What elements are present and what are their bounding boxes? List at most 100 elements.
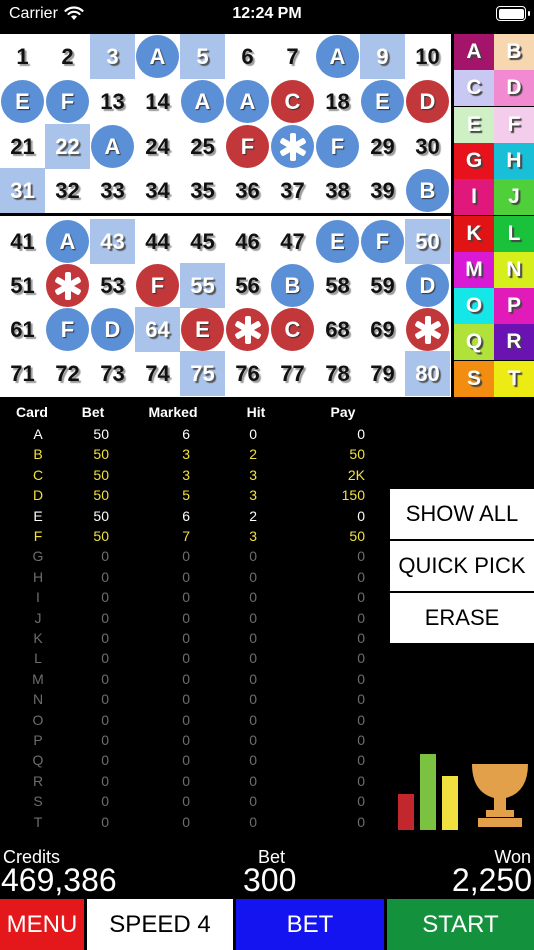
legend-card-q[interactable]: Q [454, 324, 494, 361]
board-cell[interactable]: 50 [405, 219, 450, 264]
legend-card-s[interactable]: S [454, 360, 494, 397]
board-cell[interactable] [270, 124, 315, 169]
board-cell[interactable]: 14 [135, 79, 180, 124]
board-cell[interactable]: 30 [405, 124, 450, 169]
board-cell[interactable]: 3 [90, 34, 135, 79]
legend-card-a[interactable]: A [454, 34, 494, 70]
legend-card-n[interactable]: N [494, 251, 534, 288]
legend-card-g[interactable]: G [454, 142, 494, 179]
board-cell[interactable]: F [135, 263, 180, 308]
board-cell[interactable]: 58 [315, 263, 360, 308]
board-cell[interactable]: 7 [270, 34, 315, 79]
board-cell[interactable]: 37 [270, 168, 315, 213]
board-cell[interactable]: 73 [90, 351, 135, 396]
board-cell[interactable] [225, 307, 270, 352]
board-cell[interactable]: 39 [360, 168, 405, 213]
board-cell[interactable] [45, 263, 90, 308]
board-cell[interactable]: D [405, 79, 450, 124]
board-cell[interactable]: B [270, 263, 315, 308]
board-cell[interactable]: 71 [0, 351, 45, 396]
legend-card-l[interactable]: L [494, 215, 534, 252]
legend-card-b[interactable]: B [494, 34, 534, 70]
board-cell[interactable]: A [135, 34, 180, 79]
board-cell[interactable]: D [90, 307, 135, 352]
board-cell[interactable]: 36 [225, 168, 270, 213]
board-cell[interactable]: A [225, 79, 270, 124]
trophy-icon[interactable] [470, 758, 530, 828]
board-cell[interactable]: 55 [180, 263, 225, 308]
board-cell[interactable]: E [360, 79, 405, 124]
board-cell[interactable]: F [315, 124, 360, 169]
board-cell[interactable]: A [45, 219, 90, 264]
legend-card-r[interactable]: R [494, 324, 534, 361]
board-cell[interactable]: 38 [315, 168, 360, 213]
menu-button[interactable]: MENU [0, 899, 84, 950]
board-cell[interactable]: 24 [135, 124, 180, 169]
board-cell[interactable]: F [225, 124, 270, 169]
quick-pick-button[interactable]: QUICK PICK [390, 541, 534, 591]
board-cell[interactable]: 56 [225, 263, 270, 308]
board-cell[interactable]: 21 [0, 124, 45, 169]
board-cell[interactable]: 46 [225, 219, 270, 264]
board-cell[interactable]: F [45, 307, 90, 352]
legend-card-m[interactable]: M [454, 251, 494, 288]
board-cell[interactable]: 25 [180, 124, 225, 169]
board-cell[interactable]: 44 [135, 219, 180, 264]
board-cell[interactable]: 41 [0, 219, 45, 264]
legend-card-d[interactable]: D [494, 70, 534, 107]
board-cell[interactable]: 68 [315, 307, 360, 352]
board-cell[interactable]: 77 [270, 351, 315, 396]
board-cell[interactable]: D [405, 263, 450, 308]
board-cell[interactable]: 51 [0, 263, 45, 308]
erase-button[interactable]: ERASE [390, 593, 534, 643]
board-cell[interactable]: 79 [360, 351, 405, 396]
board-cell[interactable]: 45 [180, 219, 225, 264]
board-cell[interactable]: 74 [135, 351, 180, 396]
board-cell[interactable]: B [405, 168, 450, 213]
board-cell[interactable]: 5 [180, 34, 225, 79]
legend-card-i[interactable]: I [454, 179, 494, 216]
board-cell[interactable]: 43 [90, 219, 135, 264]
board-cell[interactable]: 2 [45, 34, 90, 79]
board-cell[interactable]: 6 [225, 34, 270, 79]
board-cell[interactable]: 75 [180, 351, 225, 396]
board-cell[interactable]: 31 [0, 168, 45, 213]
board-cell[interactable]: A [315, 34, 360, 79]
board-cell[interactable]: 78 [315, 351, 360, 396]
speed-button[interactable]: SPEED 4 [87, 899, 233, 950]
board-cell[interactable]: F [360, 219, 405, 264]
legend-card-j[interactable]: J [494, 179, 534, 216]
board-cell[interactable]: 80 [405, 351, 450, 396]
board-cell[interactable]: C [270, 79, 315, 124]
board-cell[interactable]: 32 [45, 168, 90, 213]
bar-chart-icon[interactable] [398, 754, 458, 830]
legend-card-c[interactable]: C [454, 70, 494, 107]
board-cell[interactable]: A [90, 124, 135, 169]
board-cell[interactable]: 10 [405, 34, 450, 79]
board-cell[interactable]: 59 [360, 263, 405, 308]
show-all-button[interactable]: SHOW ALL [390, 489, 534, 539]
start-button[interactable]: START [387, 899, 534, 950]
board-cell[interactable]: E [180, 307, 225, 352]
legend-card-h[interactable]: H [494, 142, 534, 179]
board-cell[interactable]: E [0, 79, 45, 124]
board-cell[interactable]: 29 [360, 124, 405, 169]
board-cell[interactable]: A [180, 79, 225, 124]
board-cell[interactable]: F [45, 79, 90, 124]
board-cell[interactable]: 47 [270, 219, 315, 264]
board-cell[interactable]: 13 [90, 79, 135, 124]
board-cell[interactable]: 1 [0, 34, 45, 79]
bet-button[interactable]: BET [236, 899, 384, 950]
board-cell[interactable]: 69 [360, 307, 405, 352]
legend-card-e[interactable]: E [454, 106, 494, 143]
board-cell[interactable]: 22 [45, 124, 90, 169]
board-cell[interactable]: C [270, 307, 315, 352]
board-cell[interactable]: 76 [225, 351, 270, 396]
board-cell[interactable]: 18 [315, 79, 360, 124]
legend-card-k[interactable]: K [454, 215, 494, 252]
board-cell[interactable]: 64 [135, 307, 180, 352]
board-cell[interactable]: 72 [45, 351, 90, 396]
board-cell[interactable]: 53 [90, 263, 135, 308]
board-cell[interactable]: 34 [135, 168, 180, 213]
legend-card-t[interactable]: T [494, 360, 534, 397]
